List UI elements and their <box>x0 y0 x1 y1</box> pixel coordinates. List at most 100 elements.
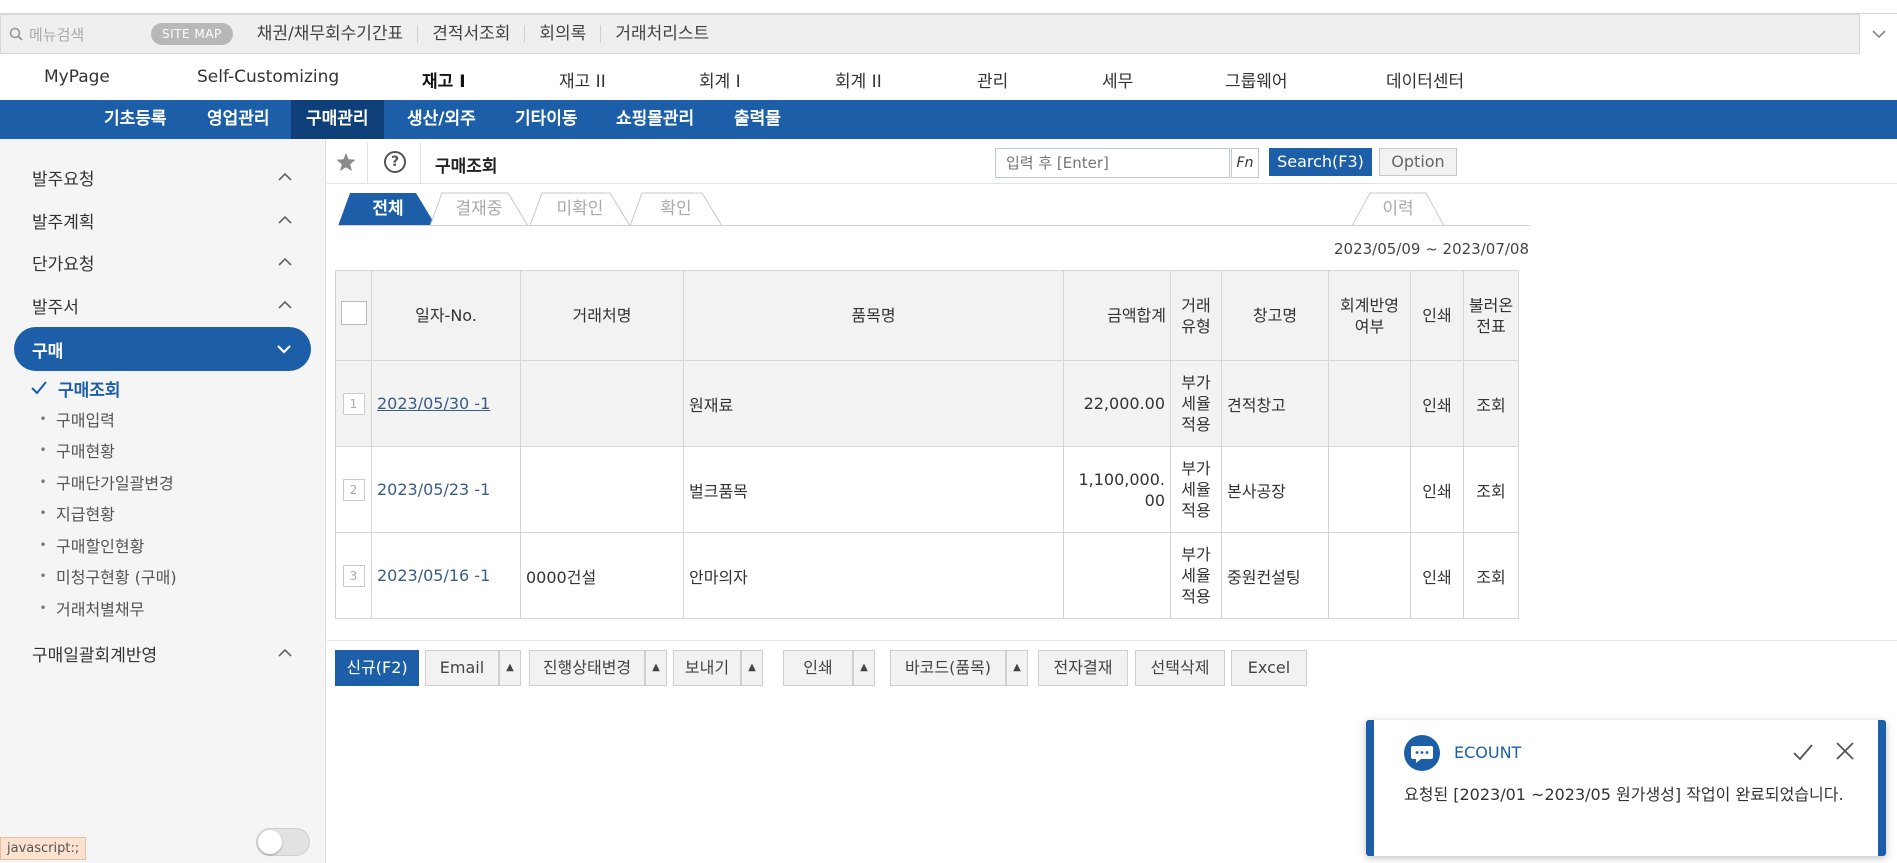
load-link[interactable]: 조회 <box>1463 360 1519 447</box>
check-icon[interactable] <box>1792 742 1814 762</box>
search-input[interactable] <box>995 148 1230 178</box>
tab-label: 결재중 <box>455 199 503 219</box>
sub-menu-shopping-mall[interactable]: 쇼핑몰관리 <box>601 100 709 139</box>
sub-menu-sales[interactable]: 영업관리 <box>192 100 285 139</box>
quick-link-4[interactable]: 거래처리스트 <box>601 25 723 43</box>
table-row[interactable]: 2 2023/05/23 -1 벌크품목 1,100,000.00 부가세율 적… <box>335 446 1519 533</box>
column-header-customer[interactable]: 거래처명 <box>520 270 684 361</box>
load-link[interactable]: 조회 <box>1463 532 1519 619</box>
sub-menu-purchasing[interactable]: 구매관리 <box>291 100 384 139</box>
sidebar-item-purchase-status[interactable]: • 구매현황 <box>30 435 114 465</box>
column-header-print[interactable]: 인쇄 <box>1410 270 1464 361</box>
quick-link-2[interactable]: 견적서조회 <box>418 25 526 43</box>
sidebar-group-purchase-order[interactable]: 발주서 <box>0 285 326 325</box>
star-icon[interactable] <box>335 151 357 173</box>
tab-unconfirmed[interactable]: 미확인 <box>530 192 630 226</box>
sub-menu-production[interactable]: 생산/외주 <box>392 100 491 139</box>
sidebar-item-payable-by-customer[interactable]: • 거래처별채무 <box>30 593 144 623</box>
sub-menu: 기초등록 영업관리 구매관리 생산/외주 기타이동 쇼핑몰관리 출력물 <box>0 100 1897 139</box>
sidebar-item-purchase-inquiry[interactable]: 구매조회 <box>30 373 121 403</box>
status-change-button[interactable]: 진행상태변경 <box>529 650 645 686</box>
tab-confirmed[interactable]: 확인 <box>630 192 722 226</box>
sidebar-group-bulk-accounting[interactable]: 구매일괄회계반영 <box>0 633 326 673</box>
print-link[interactable]: 인쇄 <box>1410 360 1464 447</box>
delete-selected-button[interactable]: 선택삭제 <box>1135 650 1225 686</box>
sidebar-item-payment-status[interactable]: • 지급현황 <box>30 498 114 528</box>
barcode-dropdown-button[interactable]: ▲ <box>1006 650 1028 686</box>
help-icon[interactable]: ? <box>384 151 406 173</box>
main-menu-inventory-2[interactable]: 재고 II <box>559 67 606 92</box>
sidebar-group-order-plan[interactable]: 발주계획 <box>0 200 326 240</box>
sub-menu-basic-registration[interactable]: 기초등록 <box>89 100 182 139</box>
chevron-up-icon <box>278 172 292 181</box>
sub-menu-other-transfer[interactable]: 기타이동 <box>500 100 593 139</box>
sidebar-toggle-switch[interactable] <box>256 828 310 856</box>
sidebar-group-label: 구매 <box>32 341 64 362</box>
barcode-button[interactable]: 바코드(품목) <box>890 650 1006 686</box>
option-button[interactable]: Option <box>1379 148 1457 176</box>
close-icon[interactable] <box>1834 740 1856 762</box>
main-menu-groupware[interactable]: 그룹웨어 <box>1225 67 1288 92</box>
main-menu-mypage[interactable]: MyPage <box>44 67 110 87</box>
main-menu-self-customizing[interactable]: Self-Customizing <box>197 67 339 87</box>
tab-all[interactable]: 전체 <box>338 192 438 226</box>
row-number[interactable]: 1 <box>342 392 365 415</box>
main-menu-data-center[interactable]: 데이터센터 <box>1386 67 1464 92</box>
fn-button[interactable]: Fn <box>1231 148 1259 178</box>
print-button[interactable]: 인쇄 <box>783 650 853 686</box>
print-link[interactable]: 인쇄 <box>1410 532 1464 619</box>
load-link[interactable]: 조회 <box>1463 446 1519 533</box>
date-no-link[interactable]: 2023/05/23 -1 <box>377 480 490 499</box>
menu-search[interactable]: 메뉴검색 <box>1 24 151 45</box>
sidebar-group-order-request[interactable]: 발주요청 <box>0 157 326 197</box>
main-menu-tax[interactable]: 세무 <box>1102 67 1133 92</box>
sidebar-item-unbilled-status[interactable]: • 미청구현황 (구매) <box>30 561 176 591</box>
sidebar-item-price-bulk-change[interactable]: • 구매단가일괄변경 <box>30 467 173 497</box>
column-header-item[interactable]: 품목명 <box>683 270 1064 361</box>
date-no-link[interactable]: 2023/05/30 -1 <box>377 394 490 413</box>
tab-history[interactable]: 이력 <box>1352 192 1444 226</box>
table-row[interactable]: 3 2023/05/16 -1 0000건설 안마의자 부가세율 적용 중원컨설… <box>335 532 1519 619</box>
column-header-type[interactable]: 거래유형 <box>1170 270 1222 361</box>
sidebar-group-purchase[interactable]: 구매 <box>14 327 311 371</box>
column-header-warehouse[interactable]: 창고명 <box>1221 270 1329 361</box>
row-number[interactable]: 3 <box>342 564 365 587</box>
main-menu-management[interactable]: 관리 <box>977 67 1008 92</box>
sidebar-group-price-request[interactable]: 단가요청 <box>0 242 326 282</box>
send-dropdown-button[interactable]: ▲ <box>741 650 763 686</box>
date-no-link[interactable]: 2023/05/16 -1 <box>377 566 490 585</box>
sidebar-item-purchase-entry[interactable]: • 구매입력 <box>30 404 115 434</box>
print-dropdown-button[interactable]: ▲ <box>853 650 875 686</box>
quick-bar-dropdown[interactable] <box>1860 14 1897 54</box>
new-button[interactable]: 신규(F2) <box>335 650 419 686</box>
quick-link-1[interactable]: 채권/채무회수기간표 <box>243 25 419 43</box>
select-all-checkbox[interactable] <box>340 301 367 325</box>
print-link[interactable]: 인쇄 <box>1410 446 1464 533</box>
table-row[interactable]: 1 2023/05/30 -1 원재료 22,000.00 부가세율 적용 견적… <box>335 360 1519 447</box>
quick-link-3[interactable]: 회의록 <box>525 25 602 43</box>
main-menu-accounting-2[interactable]: 회계 II <box>835 67 882 92</box>
sub-menu-printouts[interactable]: 출력물 <box>719 100 796 139</box>
email-dropdown-button[interactable]: ▲ <box>499 650 521 686</box>
window-top-edge <box>0 0 1897 14</box>
column-header-amount[interactable]: 금액합계 <box>1063 270 1171 361</box>
e-approval-button[interactable]: 전자결재 <box>1038 650 1128 686</box>
sitemap-button[interactable]: SITE MAP <box>151 23 233 45</box>
header-select-all[interactable] <box>335 270 372 361</box>
sidebar-item-label: 구매입력 <box>56 411 115 430</box>
row-number[interactable]: 2 <box>342 478 365 501</box>
column-header-loaded-slip[interactable]: 불러온 전표 <box>1463 270 1519 361</box>
excel-button[interactable]: Excel <box>1231 650 1307 686</box>
bullet-icon: • <box>39 506 47 520</box>
send-button[interactable]: 보내기 <box>673 650 741 686</box>
search-button[interactable]: Search(F3) <box>1269 148 1372 176</box>
main-menu-accounting-1[interactable]: 회계 I <box>699 67 741 92</box>
warehouse-cell: 중원컨설팅 <box>1221 532 1329 619</box>
tab-pending-approval[interactable]: 결재중 <box>430 192 528 226</box>
status-change-dropdown-button[interactable]: ▲ <box>645 650 667 686</box>
main-menu-inventory-1[interactable]: 재고 I <box>422 67 466 92</box>
email-button[interactable]: Email <box>425 650 499 686</box>
sidebar-item-discount-status[interactable]: • 구매할인현황 <box>30 530 144 560</box>
column-header-accounting[interactable]: 회계반영여부 <box>1328 270 1411 361</box>
column-header-date-no[interactable]: 일자-No. <box>371 270 521 361</box>
